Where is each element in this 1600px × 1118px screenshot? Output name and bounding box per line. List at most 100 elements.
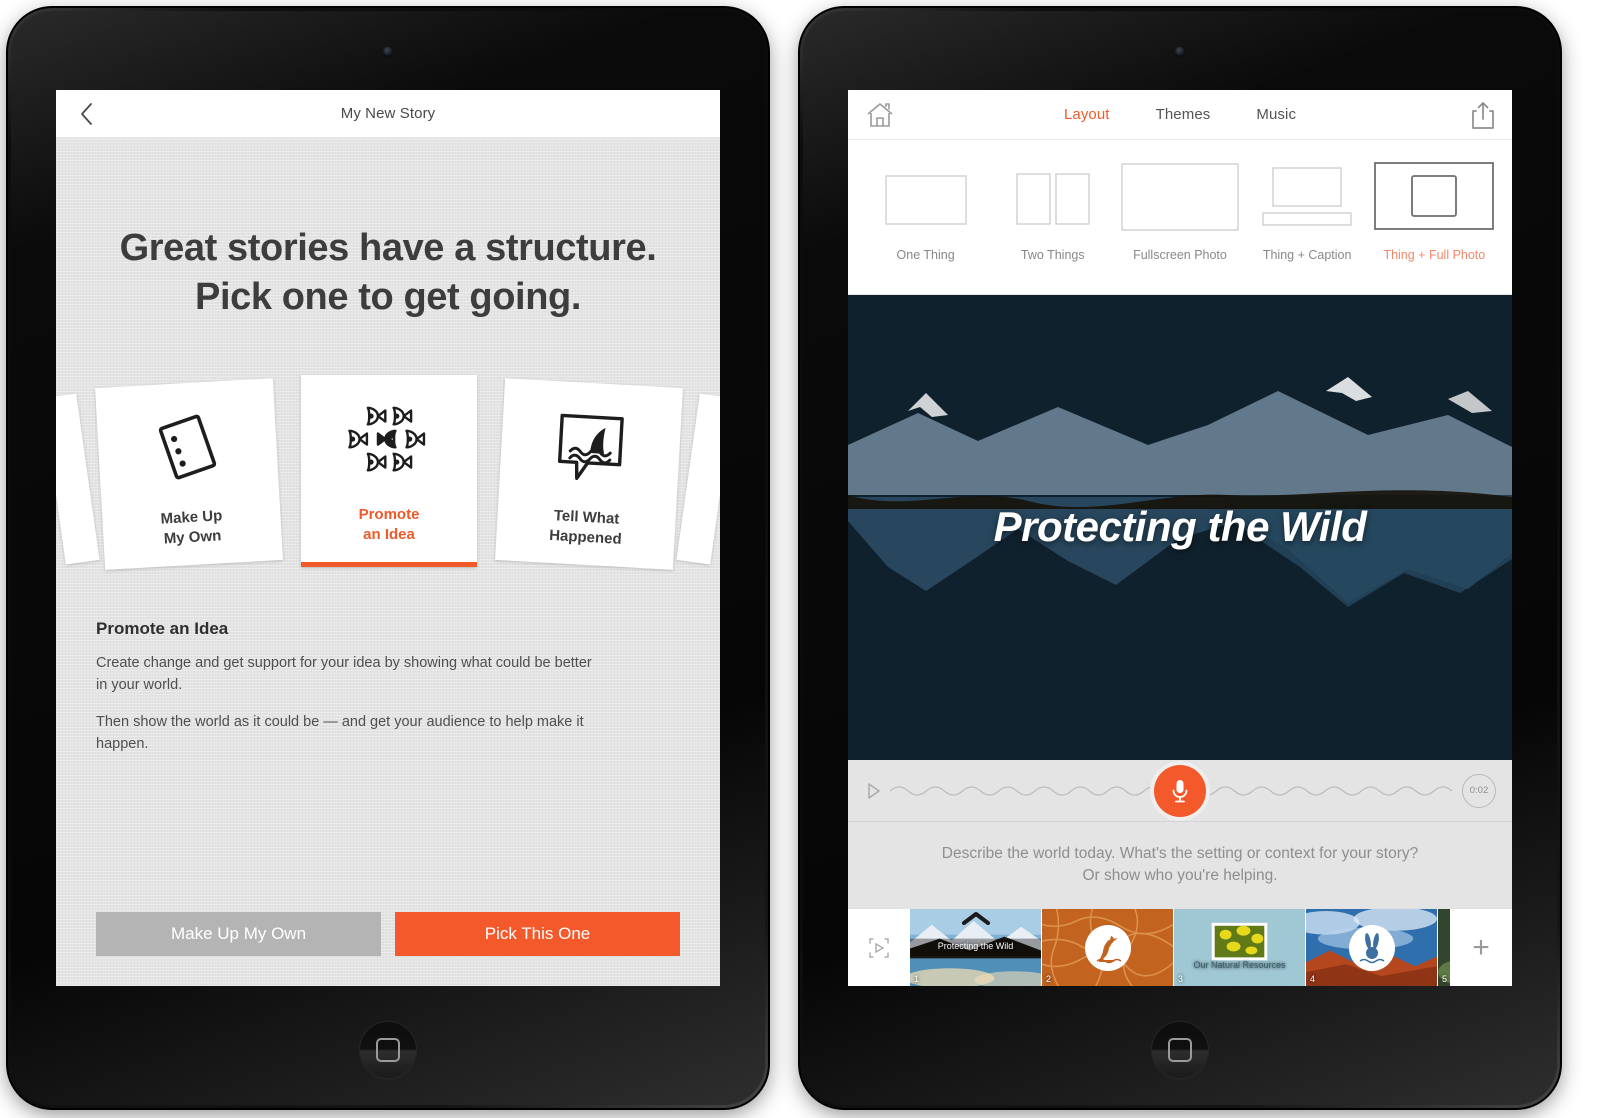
story-description: Promote an Idea Create change and get su… xyxy=(96,619,680,770)
large-rect-icon xyxy=(1121,163,1239,231)
rect-inside-rect-icon xyxy=(1374,162,1495,230)
tab-music[interactable]: Music xyxy=(1256,106,1296,123)
layout-option-one-thing[interactable]: One Thing xyxy=(866,158,986,262)
layout-options-strip: One Thing Two Things Fullscreen Photo Th… xyxy=(848,140,1512,295)
story-card-label: Make Up My Own xyxy=(160,506,224,548)
single-rect-icon xyxy=(884,175,967,225)
description-paragraph-2: Then show the world as it could be — and… xyxy=(96,713,584,752)
back-chevron-icon[interactable] xyxy=(64,92,108,136)
snowy-mountain-lake-reflection-photo: 0%" stop-color="#b9d3e8"/> 32%" stop-col… xyxy=(848,295,1512,687)
preview-play-button[interactable] xyxy=(848,909,910,986)
layout-option-label: Two Things xyxy=(1020,248,1085,262)
make-up-my-own-button[interactable]: Make Up My Own xyxy=(96,912,381,956)
slide-filmstrip: Protecting the Wild 1 2 Our Natural Reso… xyxy=(848,908,1512,986)
slide-caption: Protecting the Wild xyxy=(937,941,1014,952)
layout-thumb xyxy=(1257,158,1357,236)
heron-icon-badge xyxy=(1084,924,1131,971)
home-button-left[interactable] xyxy=(360,1022,416,1078)
filmstrip-slide-4[interactable]: 4 xyxy=(1306,909,1438,986)
card-label-line-2: an Idea xyxy=(363,525,415,543)
chevron-up-icon[interactable] xyxy=(961,911,991,925)
slide-number: 2 xyxy=(1046,974,1052,984)
add-slide-button[interactable]: + xyxy=(1450,909,1512,986)
layout-option-two-things[interactable]: Two Things xyxy=(993,158,1113,262)
rabbit-icon-badge xyxy=(1348,924,1395,971)
prompt-line-2: Or show who you're helping. xyxy=(1082,867,1278,884)
editor-tabs: Layout Themes Music xyxy=(848,106,1512,123)
story-picker-body: Great stories have a structure. Pick one… xyxy=(56,138,720,986)
audio-record-bar: 0:02 xyxy=(848,760,1512,822)
tab-themes[interactable]: Themes xyxy=(1156,106,1211,123)
layout-thumb xyxy=(1372,158,1496,236)
home-button-right[interactable] xyxy=(1152,1022,1208,1078)
navigation-bar: My New Story xyxy=(56,90,720,138)
front-camera-icon xyxy=(1174,46,1186,57)
story-card-label: Promote an Idea xyxy=(359,505,420,544)
editor-navigation-bar: Layout Themes Music xyxy=(848,90,1512,140)
page-title: My New Story xyxy=(340,105,436,122)
preview-play-icon xyxy=(869,937,889,958)
story-card-promote-an-idea[interactable]: Promote an Idea xyxy=(301,375,477,568)
story-card-label: Tell What Happened xyxy=(549,506,624,549)
action-button-row: Make Up My Own Pick This One xyxy=(96,912,680,956)
rabbit-icon xyxy=(1359,932,1384,963)
filmstrip-slide-1[interactable]: Protecting the Wild 1 xyxy=(910,909,1042,986)
record-microphone-button[interactable] xyxy=(1154,764,1206,817)
story-card-make-up-my-own[interactable]: Make Up My Own xyxy=(95,378,283,571)
headline: Great stories have a structure. Pick one… xyxy=(56,224,720,321)
front-camera-icon xyxy=(382,46,394,57)
description-paragraph-1: Create change and get support for your i… xyxy=(96,655,592,693)
shark-fin-speech-bubble-icon xyxy=(557,413,624,481)
school-of-fish-icon xyxy=(348,406,426,472)
tilted-card-list-icon xyxy=(158,414,217,480)
screen-right: Layout Themes Music One Thing Two Things… xyxy=(848,90,1512,986)
slide-number: 3 xyxy=(1178,974,1184,984)
layout-thumb xyxy=(1005,158,1101,236)
card-label-line-2: Happened xyxy=(548,526,623,548)
tab-layout[interactable]: Layout xyxy=(1064,106,1110,123)
filmstrip-slide-5[interactable]: 5 xyxy=(1438,909,1450,986)
story-type-carousel: Make Up My Own Promote an Idea Tell What… xyxy=(56,373,720,573)
play-icon[interactable] xyxy=(866,782,882,800)
slide-title[interactable]: Protecting the Wild xyxy=(848,503,1512,551)
prompt-line-1: Describe the world today. What's the set… xyxy=(941,845,1419,862)
layout-thumb xyxy=(878,158,974,236)
layout-option-thing-full-photo[interactable]: Thing + Full Photo xyxy=(1372,158,1496,262)
layout-option-fullscreen-photo[interactable]: Fullscreen Photo xyxy=(1120,158,1240,262)
filmstrip-slides: Protecting the Wild 1 2 Our Natural Reso… xyxy=(910,909,1450,986)
heron-icon xyxy=(1096,935,1121,963)
layout-option-label: Thing + Caption xyxy=(1262,248,1352,262)
story-prompt: Describe the world today. What's the set… xyxy=(848,822,1512,908)
story-card-tell-what-happened[interactable]: Tell What Happened xyxy=(495,378,683,571)
layout-option-label: One Thing xyxy=(896,248,955,262)
chevron-left-icon xyxy=(81,102,92,125)
filmstrip-slide-3[interactable]: Our Natural Resources 3 xyxy=(1174,909,1306,986)
screen-left: My New Story Great stories have a struct… xyxy=(56,90,720,986)
headline-line-1: Great stories have a structure. xyxy=(119,227,657,269)
tablet-device-right: Layout Themes Music One Thing Two Things… xyxy=(800,8,1560,1108)
layout-option-label: Fullscreen Photo xyxy=(1133,248,1227,262)
tablet-device-left: My New Story Great stories have a struct… xyxy=(8,8,768,1108)
slide-number: 1 xyxy=(914,974,920,984)
share-upload-icon[interactable] xyxy=(1470,100,1496,130)
card-label-line-1: Promote xyxy=(358,506,420,524)
headline-line-2: Pick one to get going. xyxy=(195,275,581,318)
card-label-line-2: My Own xyxy=(163,527,222,548)
layout-option-thing-caption[interactable]: Thing + Caption xyxy=(1247,158,1367,262)
slide-number: 5 xyxy=(1442,974,1448,984)
layout-thumb xyxy=(1118,158,1242,236)
screenshot-stage: My New Story Great stories have a struct… xyxy=(0,0,1600,1118)
filmstrip-slide-2[interactable]: 2 xyxy=(1042,909,1174,986)
carousel-card-partial-right[interactable] xyxy=(676,393,720,565)
home-icon[interactable] xyxy=(864,99,896,131)
pick-this-one-button[interactable]: Pick This One xyxy=(395,912,680,956)
carousel-card-partial-left[interactable] xyxy=(56,393,100,565)
description-heading: Promote an Idea xyxy=(96,619,229,639)
slide-number: 4 xyxy=(1310,974,1316,984)
slide-thumbnail-3 xyxy=(1174,909,1305,986)
slide-caption: Our Natural Resources xyxy=(1193,959,1286,970)
microphone-icon xyxy=(1172,779,1188,802)
slide-canvas[interactable]: 0%" stop-color="#b9d3e8"/> 32%" stop-col… xyxy=(848,295,1512,760)
rect-with-caption-icon xyxy=(1262,167,1352,226)
recording-duration-badge[interactable]: 0:02 xyxy=(1462,773,1496,808)
